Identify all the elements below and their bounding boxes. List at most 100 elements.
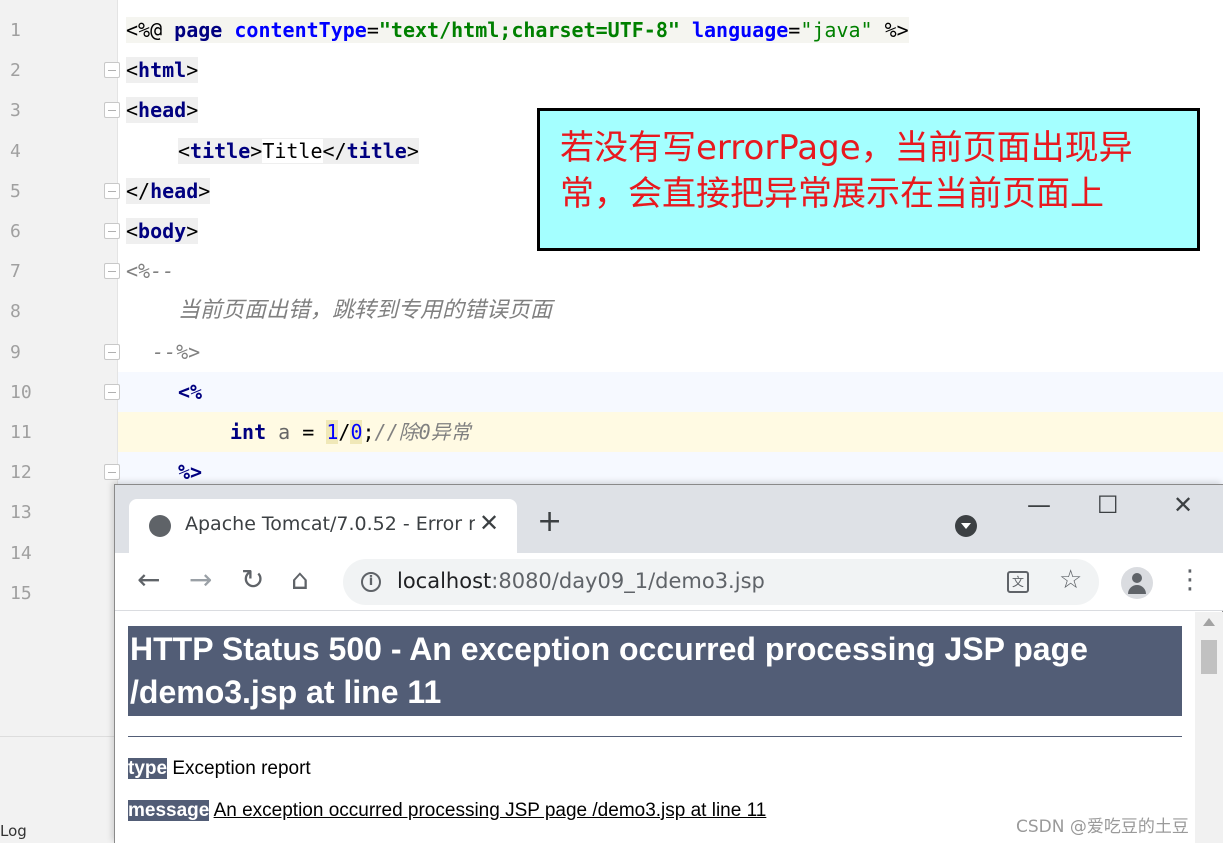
line-number: 8 bbox=[10, 301, 21, 322]
new-tab-button[interactable]: + bbox=[537, 507, 562, 537]
code-line-8[interactable]: 当前页面出错，跳转到专用的错误页面 bbox=[178, 298, 552, 324]
line-number: 1 bbox=[10, 20, 21, 41]
type-value: Exception report bbox=[167, 758, 311, 779]
line-comment: //除0异常 bbox=[374, 420, 471, 444]
line-number: 11 bbox=[10, 422, 32, 443]
close-window-button[interactable]: ✕ bbox=[1173, 491, 1193, 519]
tag-name: head bbox=[150, 179, 199, 203]
fold-toggle-icon[interactable] bbox=[104, 344, 120, 360]
code-line-3[interactable]: <head> bbox=[126, 97, 199, 123]
message-label: message bbox=[128, 800, 210, 821]
scroll-thumb[interactable] bbox=[1201, 640, 1217, 674]
line-number: 13 bbox=[10, 502, 32, 523]
code-line-1[interactable]: <%@ page contentType="text/html;charset=… bbox=[126, 17, 909, 43]
info-icon[interactable]: i bbox=[361, 572, 381, 592]
tag-bracket: < bbox=[126, 98, 139, 122]
bookmark-star-icon[interactable]: ☆ bbox=[1059, 565, 1082, 595]
tag-bracket: > bbox=[186, 98, 199, 122]
type-line: type Exception report bbox=[128, 758, 311, 780]
code-line-2[interactable]: <html> bbox=[126, 57, 199, 83]
message-value: An exception occurred processing JSP pag… bbox=[213, 800, 767, 821]
scroll-up-icon[interactable] bbox=[1203, 618, 1215, 626]
fold-toggle-icon[interactable] bbox=[104, 464, 120, 480]
line-number: 12 bbox=[10, 462, 32, 483]
tab-title: Apache Tomcat/7.0.52 - Error r bbox=[185, 513, 475, 535]
directive-open: <%@ bbox=[126, 18, 175, 42]
profile-avatar[interactable] bbox=[1121, 567, 1153, 599]
browser-tab[interactable]: Apache Tomcat/7.0.52 - Error r ✕ bbox=[129, 499, 517, 553]
globe-icon bbox=[149, 515, 171, 537]
tag-bracket: > bbox=[186, 58, 199, 82]
attribute-value: "text/html;charset=UTF-8" bbox=[378, 18, 680, 42]
translate-icon[interactable]: 文 bbox=[1007, 571, 1029, 593]
operator: / bbox=[338, 420, 351, 444]
line-number: 15 bbox=[10, 583, 32, 604]
code-line-5[interactable]: </head> bbox=[126, 178, 211, 204]
tab-close-icon[interactable]: ✕ bbox=[479, 509, 499, 537]
vertical-scrollbar[interactable] bbox=[1195, 612, 1223, 843]
code-line-10[interactable]: <% bbox=[178, 379, 202, 405]
tag-name: title bbox=[346, 139, 407, 163]
callout-text: 若没有写errorPage，当前页面出现异常，会直接把异常展示在当前页面上 bbox=[560, 128, 1133, 214]
message-line: message An exception occurred processing… bbox=[128, 800, 766, 822]
number-literal: 0 bbox=[350, 420, 363, 444]
code-line-4[interactable]: <title>Title</title> bbox=[178, 138, 419, 164]
directive-keyword: page bbox=[174, 18, 235, 42]
minimize-button[interactable]: — bbox=[1027, 491, 1051, 519]
url-host: localhost bbox=[397, 569, 492, 593]
home-button[interactable]: ⌂ bbox=[291, 565, 309, 595]
attribute-name: language bbox=[679, 18, 789, 42]
number-literal: 1 bbox=[326, 420, 339, 444]
variable-name: a bbox=[266, 420, 303, 444]
fold-toggle-icon[interactable] bbox=[104, 263, 120, 279]
fold-toggle-icon[interactable] bbox=[104, 223, 120, 239]
tag-name: head bbox=[138, 98, 187, 122]
back-button[interactable]: ← bbox=[137, 565, 160, 595]
log-tab[interactable]: Log bbox=[0, 822, 27, 840]
page-content: HTTP Status 500 - An exception occurred … bbox=[115, 612, 1195, 843]
tag-bracket: </ bbox=[126, 179, 151, 203]
browser-menu-icon[interactable]: ⋮ bbox=[1177, 565, 1203, 595]
tab-strip: Apache Tomcat/7.0.52 - Error r ✕ + — ☐ ✕ bbox=[115, 485, 1223, 553]
fold-toggle-icon[interactable] bbox=[104, 62, 120, 78]
maximize-button[interactable]: ☐ bbox=[1097, 491, 1119, 519]
fold-toggle-icon[interactable] bbox=[104, 102, 120, 118]
reload-button[interactable]: ↻ bbox=[241, 565, 264, 595]
line-number: 14 bbox=[10, 543, 32, 564]
address-bar[interactable]: i localhost:8080/day09_1/demo3.jsp 文 ☆ bbox=[343, 559, 1099, 605]
line-number: 2 bbox=[10, 60, 21, 81]
code-line-9[interactable]: --%> bbox=[152, 339, 200, 365]
screenshot: 1 2 3 4 5 6 7 8 9 10 11 12 13 14 15 <%@ … bbox=[0, 0, 1223, 843]
tag-name: html bbox=[138, 58, 187, 82]
current-line-highlight bbox=[0, 412, 1223, 452]
code-line-7[interactable]: <%-- bbox=[126, 258, 174, 284]
watermark: CSDN @爱吃豆的土豆 bbox=[1016, 812, 1189, 837]
tag-text: Title bbox=[262, 139, 323, 163]
annotation-callout: 若没有写errorPage，当前页面出现异常，会直接把异常展示在当前页面上 bbox=[537, 108, 1200, 251]
tag-name: title bbox=[190, 139, 251, 163]
code-line-12[interactable]: %> bbox=[178, 459, 202, 485]
line-number: 9 bbox=[10, 342, 21, 363]
code-line-6[interactable]: <body> bbox=[126, 218, 199, 244]
line-number: 4 bbox=[10, 141, 21, 162]
type-keyword: int bbox=[230, 420, 267, 444]
divider bbox=[128, 736, 1182, 737]
fold-toggle-icon[interactable] bbox=[104, 183, 120, 199]
line-number: 3 bbox=[10, 100, 21, 121]
tag-bracket: > bbox=[250, 139, 263, 163]
line-number: 10 bbox=[10, 382, 32, 403]
url-path: :8080/day09_1/demo3.jsp bbox=[491, 569, 765, 593]
tag-bracket: > bbox=[186, 219, 199, 243]
tag-name: body bbox=[138, 219, 187, 243]
fold-toggle-icon[interactable] bbox=[104, 384, 120, 400]
code-line-11[interactable]: int a = 1/0;//除0异常 bbox=[230, 419, 471, 445]
tag-bracket: > bbox=[406, 139, 419, 163]
tag-bracket: </ bbox=[322, 139, 347, 163]
url-text: localhost:8080/day09_1/demo3.jsp bbox=[397, 569, 765, 593]
semicolon: ; bbox=[362, 420, 375, 444]
forward-button[interactable]: → bbox=[189, 565, 212, 595]
line-number: 5 bbox=[10, 181, 21, 202]
tab-search-icon[interactable] bbox=[955, 515, 977, 537]
line-number: 6 bbox=[10, 221, 21, 242]
tag-bracket: < bbox=[126, 219, 139, 243]
